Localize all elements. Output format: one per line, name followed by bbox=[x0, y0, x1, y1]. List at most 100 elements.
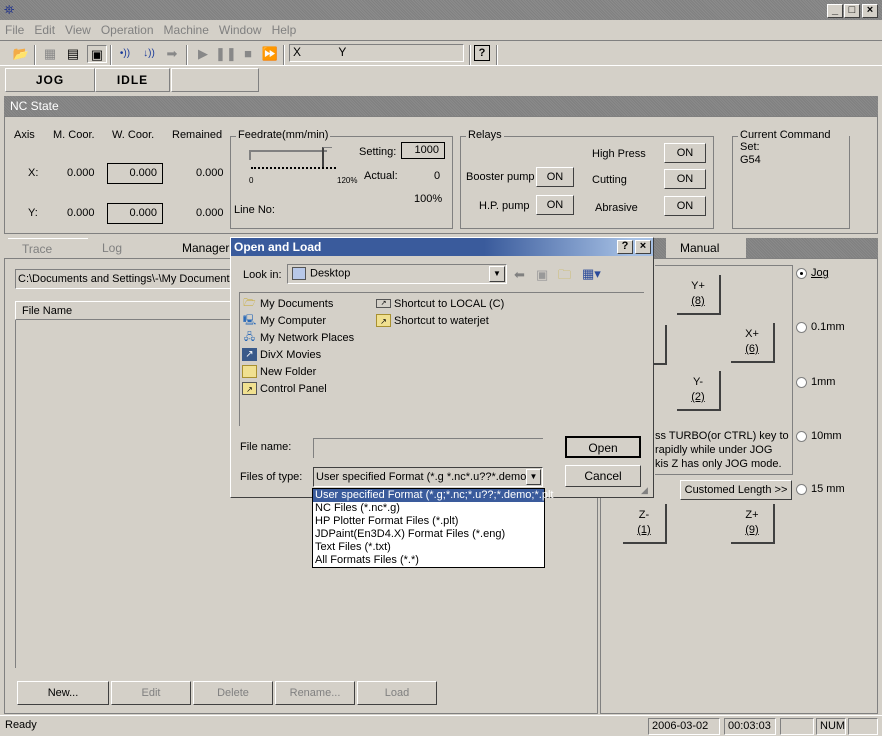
step-icon[interactable]: ⏩ bbox=[260, 45, 280, 63]
dialog-close-button[interactable]: × bbox=[635, 240, 651, 254]
status-bar: Ready 2006-03-02 00:03:03 NUM bbox=[0, 715, 882, 736]
edit-program-icon[interactable]: ▦ bbox=[40, 45, 60, 63]
radio-10mm[interactable]: 10mm bbox=[796, 430, 842, 442]
open-folder-icon[interactable]: 📂 bbox=[11, 45, 31, 63]
radio-15mm[interactable]: 15 mm bbox=[796, 483, 845, 495]
radio-10mm-indicator[interactable] bbox=[796, 430, 807, 442]
radio-1mm[interactable]: 1mm bbox=[796, 376, 835, 388]
cancel-button[interactable]: Cancel bbox=[565, 465, 641, 487]
close-button[interactable]: × bbox=[862, 4, 878, 18]
radio-0-1mm[interactable]: 0.1mm bbox=[796, 321, 845, 333]
pause-icon[interactable]: ❚❚ bbox=[215, 45, 237, 63]
radio-jog[interactable]: Jog bbox=[796, 267, 829, 279]
new-folder-icon[interactable]: 🗀 bbox=[558, 266, 571, 288]
radio-jog-indicator[interactable] bbox=[796, 267, 807, 279]
file-item-my-computer[interactable]: 🖳 My Computer bbox=[242, 312, 354, 329]
file-type-option[interactable]: NC Files (*.nc*.g) bbox=[313, 502, 544, 515]
view-menu-icon[interactable]: ▦▾ bbox=[582, 266, 601, 282]
file-name-input[interactable] bbox=[313, 438, 543, 458]
file-item-my-documents[interactable]: 🗁 My Documents bbox=[242, 295, 354, 312]
file-item-new-folder[interactable]: New Folder bbox=[242, 363, 354, 380]
resize-grip-icon[interactable]: ◢ bbox=[641, 485, 648, 496]
file-list[interactable] bbox=[15, 320, 235, 668]
radio-15mm-indicator[interactable] bbox=[796, 483, 807, 495]
radio-1mm-indicator[interactable] bbox=[796, 376, 807, 388]
new-button[interactable]: New... bbox=[17, 681, 109, 705]
menu-view[interactable]: View bbox=[60, 20, 96, 40]
file-item-shortcut-local[interactable]: ↗ Shortcut to LOCAL (C) bbox=[376, 295, 504, 312]
feedrate-slider-thumb[interactable] bbox=[321, 147, 332, 169]
up-folder-icon[interactable]: ▣ bbox=[536, 267, 548, 283]
dialog-help-button[interactable]: ? bbox=[617, 240, 633, 254]
menu-help[interactable]: Help bbox=[267, 20, 302, 40]
relay-hp-pump-button[interactable]: ON bbox=[536, 195, 574, 215]
open-button[interactable]: Open bbox=[565, 436, 641, 458]
w-coor-header: W. Coor. bbox=[112, 129, 155, 141]
radio-10mm-label: 10mm bbox=[811, 430, 842, 442]
x-label: X bbox=[293, 45, 302, 59]
status-num: NUM bbox=[816, 718, 846, 735]
chevron-down-icon[interactable]: ▼ bbox=[526, 469, 541, 485]
radio-0-1mm-indicator[interactable] bbox=[796, 321, 807, 333]
file-name-column-header[interactable]: File Name bbox=[15, 301, 235, 320]
chevron-down-icon[interactable]: ▼ bbox=[489, 266, 505, 282]
xy-readout: X Y bbox=[289, 44, 464, 62]
jog-y-minus-key: (2) bbox=[691, 391, 705, 403]
file-item-shortcut-waterjet[interactable]: ↗ Shortcut to waterjet bbox=[376, 312, 504, 329]
menu-machine[interactable]: Machine bbox=[159, 20, 214, 40]
file-type-option[interactable]: User specified Format (*.g;*.nc;*.u??;*.… bbox=[313, 489, 553, 502]
menu-window[interactable]: Window bbox=[214, 20, 267, 40]
setting-value[interactable]: 1000 bbox=[401, 142, 445, 159]
maximize-button[interactable]: □ bbox=[844, 4, 860, 18]
rename-button[interactable]: Rename... bbox=[275, 681, 355, 705]
file-item-divx-movies[interactable]: ↗ DivX Movies bbox=[242, 346, 354, 363]
path-field[interactable]: C:\Documents and Settings\-\My Documents bbox=[15, 269, 235, 289]
signal-icon[interactable]: •)) bbox=[115, 45, 135, 63]
look-in-dropdown[interactable]: Desktop ▼ bbox=[287, 264, 507, 284]
feedrate-group: Feedrate(mm/min) 0 120% Setting: 1000 Ac… bbox=[230, 129, 453, 229]
stop-icon[interactable]: ■ bbox=[238, 45, 258, 63]
handshake-icon[interactable]: ▣ bbox=[87, 45, 107, 63]
menu-edit[interactable]: Edit bbox=[29, 20, 60, 40]
file-type-option[interactable]: Text Files (*.txt) bbox=[313, 541, 544, 554]
menu-operation[interactable]: Operation bbox=[96, 20, 159, 40]
relay-high-press-button[interactable]: ON bbox=[664, 143, 706, 163]
load-button[interactable]: Load bbox=[357, 681, 437, 705]
file-type-option[interactable]: All Formats Files (*.*) bbox=[313, 554, 544, 567]
tab-manager[interactable]: Manager bbox=[168, 238, 234, 258]
list-icon[interactable]: ▤ bbox=[63, 45, 83, 63]
play-icon[interactable]: ▶ bbox=[193, 45, 213, 63]
tab-manual[interactable]: Manual bbox=[666, 238, 746, 258]
jog-y-minus-button[interactable]: Y- (2) bbox=[677, 371, 721, 411]
actual-label: Actual: bbox=[364, 170, 398, 182]
back-icon[interactable]: ⬅ bbox=[514, 267, 525, 283]
jog-x-plus-label: X+ bbox=[745, 328, 759, 340]
relay-cutting-button[interactable]: ON bbox=[664, 169, 706, 189]
jog-y-minus-label: Y- bbox=[693, 376, 703, 388]
menu-file[interactable]: File bbox=[0, 20, 29, 40]
jog-y-plus-button[interactable]: Y+ (8) bbox=[677, 275, 721, 315]
relay-abrasive-button[interactable]: ON bbox=[664, 196, 706, 216]
app-icon: ⛯ bbox=[4, 2, 15, 17]
edit-button[interactable]: Edit bbox=[111, 681, 191, 705]
file-item-label: My Computer bbox=[260, 314, 327, 327]
jog-z-minus-button[interactable]: Z- (1) bbox=[623, 504, 667, 544]
signal-in-icon[interactable]: ↓)) bbox=[139, 45, 159, 63]
tab-trace[interactable]: Trace bbox=[8, 238, 88, 258]
file-type-option[interactable]: HP Plotter Format Files (*.plt) bbox=[313, 515, 544, 528]
file-type-option[interactable]: JDPaint(En3D4.X) Format Files (*.eng) bbox=[313, 528, 544, 541]
delete-button[interactable]: Delete bbox=[193, 681, 273, 705]
file-item-control-panel[interactable]: ↗ Control Panel bbox=[242, 380, 354, 397]
tab-log[interactable]: Log bbox=[88, 238, 168, 258]
help-icon[interactable]: ? bbox=[474, 45, 490, 61]
customed-length-button[interactable]: Customed Length >> bbox=[680, 480, 792, 500]
jog-x-plus-button[interactable]: X+ (6) bbox=[731, 323, 775, 363]
jog-z-plus-button[interactable]: Z+ (9) bbox=[731, 504, 775, 544]
file-browser[interactable]: 🗁 My Documents 🖳 My Computer 🖧 My Network P… bbox=[239, 292, 644, 426]
export-icon[interactable]: ➡ bbox=[162, 45, 182, 63]
file-item-my-network-places[interactable]: 🖧 My Network Places bbox=[242, 329, 354, 346]
relay-abrasive-label: Abrasive bbox=[595, 202, 638, 214]
minimize-button[interactable]: _ bbox=[827, 4, 843, 18]
relay-booster-pump-button[interactable]: ON bbox=[536, 167, 574, 187]
file-type-dropdown[interactable]: User specified Format (*.g *.nc*.u??*.de… bbox=[313, 467, 543, 487]
